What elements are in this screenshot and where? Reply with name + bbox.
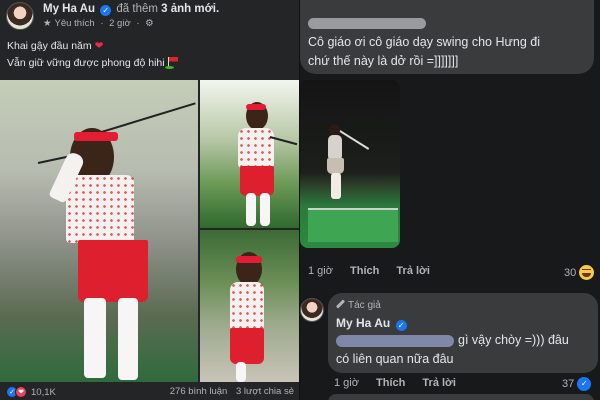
post-photo-top-right[interactable]	[200, 80, 300, 228]
reaction-summary[interactable]: ✓ ❤ 10,1K	[6, 386, 56, 398]
golfer-visor	[74, 132, 118, 141]
golf-club	[94, 102, 196, 135]
reply-author-line: My Ha Au ✓	[336, 316, 409, 331]
golf-club	[339, 130, 370, 150]
shirt-pattern	[230, 282, 264, 330]
golfer-visor	[236, 256, 262, 263]
golfer-skirt	[78, 240, 148, 302]
reply-bubble: Tác giả My Ha Au ✓ gì vậy chòy =))) đâu …	[328, 293, 598, 373]
facebook-post: My Ha Au ✓ đã thêm 3 ảnh mới. ★ Yêu thích…	[0, 0, 300, 400]
shirt-pattern	[238, 128, 274, 168]
engagement-counts: 276 bình luận 3 lượt chia sẻ	[164, 386, 294, 397]
reaction-count: 37	[562, 378, 575, 390]
comment-text: Cô giáo ơi cô giáo dạy swing cho Hưng đi…	[308, 33, 540, 71]
author-badge-label: Tác giả	[348, 300, 381, 311]
reply-author-name[interactable]: My Ha Au	[336, 316, 390, 330]
golfer-leg	[260, 193, 270, 226]
shirt-pattern	[66, 175, 134, 243]
post-photo-main[interactable]	[0, 80, 198, 382]
comment-bubble: Cô giáo ơi cô giáo dạy swing cho Hưng đi…	[300, 0, 594, 74]
post-header: My Ha Au ✓ đã thêm 3 ảnh mới. ★ Yêu thích…	[6, 2, 300, 32]
comment-video-thumbnail[interactable]	[300, 80, 400, 248]
golf-flag-emoji	[164, 57, 178, 69]
post-action-bold[interactable]: 3 ảnh mới.	[161, 3, 219, 15]
author-avatar[interactable]	[6, 2, 34, 30]
golfer-skirt	[240, 166, 274, 196]
post-time[interactable]: 2 giờ	[109, 18, 131, 29]
golfer-shirt	[66, 175, 134, 243]
author-line: My Ha Au ✓ đã thêm 3 ảnh mới.	[43, 3, 219, 16]
golfer-shirt	[238, 128, 274, 168]
reply-reaction-count[interactable]: 37 ✓	[562, 377, 592, 391]
verified-badge-icon: ✓	[100, 5, 112, 16]
redacted-mention	[336, 335, 454, 347]
golfer-leg	[118, 298, 138, 380]
caption-line-1: Khai gậy đầu năm ❤	[7, 38, 178, 55]
author-name[interactable]: My Ha Au	[43, 3, 95, 15]
redacted-commenter-name	[308, 18, 426, 29]
reply-actions: 1 giờ Thích Trả lời	[334, 377, 470, 389]
golfer-visor	[246, 104, 266, 110]
love-reaction-icon: ❤	[15, 386, 27, 398]
pen-icon	[336, 300, 345, 309]
golfer-leg	[84, 298, 106, 378]
golfer-shirt	[230, 282, 264, 330]
comment-actions: 1 giờ Thích Trả lời	[308, 265, 444, 277]
post-caption: Khai gậy đầu năm ❤ Vẫn giữ vững được phon…	[7, 38, 178, 72]
post-action-text: đã thêm	[116, 3, 158, 15]
like-button[interactable]: Thích	[376, 377, 405, 389]
post-footer: ✓ ❤ 10,1K 276 bình luận 3 lượt chia sẻ	[0, 384, 300, 400]
comments-count[interactable]: 276 bình luận	[170, 386, 228, 397]
meta-separator: ·	[100, 18, 104, 29]
thumbs-up-icon: ✓	[577, 377, 592, 391]
favorite-label: Yêu thích	[54, 18, 95, 29]
reply-author-avatar[interactable]	[300, 298, 324, 322]
comment-thread: Cô giáo ơi cô giáo dạy swing cho Hưng đi…	[300, 0, 600, 400]
reply-text-line-2: có liên quan nữa đâu	[336, 352, 454, 366]
golfer-skirt	[327, 158, 344, 174]
caption-line-2: Vẫn giữ vững được phong độ hihi	[7, 55, 178, 72]
caption-text-1: Khai gậy đầu năm	[7, 40, 92, 52]
reply-time[interactable]: 1 giờ	[334, 377, 359, 389]
driving-range-mat	[308, 208, 398, 242]
golfer-legs	[331, 173, 341, 199]
verified-badge-icon: ✓	[395, 320, 407, 331]
reply-text-line-1: gì vậy chòy =))) đâu	[458, 333, 569, 347]
comment-time[interactable]: 1 giờ	[308, 265, 333, 277]
haha-emoji-icon	[579, 265, 595, 280]
caption-text-2: Vẫn giữ vững được phong độ hihi	[7, 57, 165, 69]
reply-button[interactable]: Trả lời	[396, 265, 430, 277]
reaction-count: 10,1K	[31, 386, 56, 398]
golfer-leg	[246, 193, 256, 226]
author-badge: Tác giả	[336, 300, 381, 311]
heart-emoji: ❤	[94, 40, 104, 52]
star-icon: ★	[43, 18, 52, 29]
golfer-leg	[236, 362, 246, 382]
privacy-icon: ⚙	[145, 18, 154, 29]
reply-button[interactable]: Trả lời	[422, 377, 456, 389]
meta-separator: ·	[136, 18, 140, 29]
comment-text-line-2: chứ thế này là dở rồi =]]]]]]]	[308, 54, 459, 68]
like-button[interactable]: Thích	[350, 265, 379, 277]
post-meta: ★ Yêu thích · 2 giờ · ⚙	[43, 18, 157, 29]
comment-text-line-1: Cô giáo ơi cô giáo dạy swing cho Hưng đi	[308, 35, 540, 49]
reaction-count: 30	[564, 266, 577, 279]
shares-count[interactable]: 3 lượt chia sẻ	[236, 386, 294, 397]
comment-reaction-count[interactable]: 30	[564, 265, 595, 280]
golfer-skirt	[230, 328, 264, 364]
post-photo-bottom-right[interactable]	[200, 230, 300, 382]
next-comment-bubble	[328, 394, 594, 400]
